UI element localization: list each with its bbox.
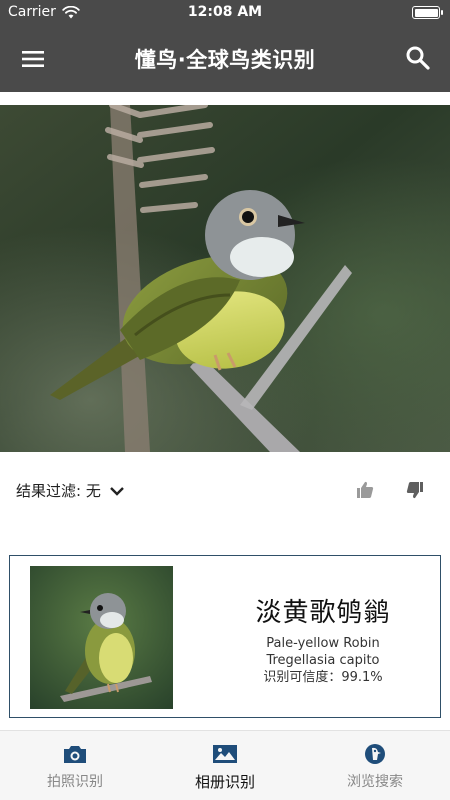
tab-camera-identify[interactable]: 拍照识别 bbox=[0, 731, 150, 800]
species-info: 淡黄歌鸲鹟 Pale-yellow Robin Tregellasia capi… bbox=[210, 556, 436, 719]
species-chinese-name: 淡黄歌鸲鹟 bbox=[255, 598, 391, 628]
bottom-nav: 拍照识别 相册识别 浏览搜索 bbox=[0, 730, 450, 800]
status-bar: Carrier 12:08 AM bbox=[0, 0, 450, 26]
thumbs-up-icon[interactable] bbox=[355, 480, 375, 500]
battery-icon bbox=[412, 6, 443, 19]
filter-row: 结果过滤: 无 bbox=[0, 472, 450, 512]
chevron-down-icon bbox=[109, 486, 124, 496]
search-icon[interactable] bbox=[404, 44, 432, 72]
app-title: 懂鸟·全球鸟类识别 bbox=[134, 48, 316, 72]
species-scientific-name: Tregellasia capito bbox=[266, 653, 380, 668]
filter-label: 结果过滤: 无 bbox=[16, 482, 101, 500]
menu-icon[interactable] bbox=[20, 46, 48, 72]
species-english-name: Pale-yellow Robin bbox=[266, 636, 380, 651]
status-time: 12:08 AM bbox=[187, 4, 263, 20]
tab-browse-search[interactable]: 浏览搜索 bbox=[300, 731, 450, 800]
tab-browse-label: 浏览搜索 bbox=[347, 774, 403, 790]
confidence-score: 识别可信度：99.1% bbox=[263, 670, 383, 685]
result-card[interactable]: 淡黄歌鸲鹟 Pale-yellow Robin Tregellasia capi… bbox=[9, 555, 441, 718]
bird-search-icon bbox=[365, 744, 385, 764]
camera-icon bbox=[64, 746, 86, 763]
bird-photo bbox=[0, 105, 450, 452]
tab-album-identify[interactable]: 相册识别 bbox=[150, 731, 300, 800]
result-filter-dropdown[interactable]: 结果过滤: 无 bbox=[16, 480, 125, 501]
thumbs-down-icon[interactable] bbox=[405, 480, 425, 500]
app-screen: Carrier 12:08 AM 懂鸟·全球鸟类识别 结果过滤: 无 淡黄歌鸲鹟… bbox=[0, 0, 450, 800]
tab-album-label: 相册识别 bbox=[194, 773, 255, 791]
image-icon bbox=[213, 745, 237, 763]
tab-camera-label: 拍照识别 bbox=[47, 774, 103, 790]
app-bar: 懂鸟·全球鸟类识别 bbox=[0, 26, 450, 92]
species-thumbnail bbox=[30, 566, 173, 709]
top-bar: Carrier 12:08 AM 懂鸟·全球鸟类识别 bbox=[0, 0, 450, 92]
